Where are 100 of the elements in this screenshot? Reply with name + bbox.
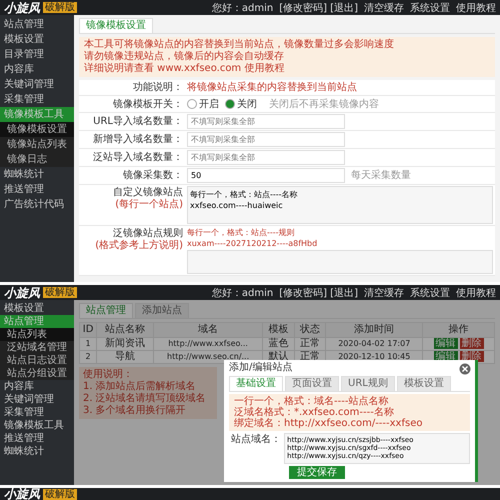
tab[interactable]: 模板设置 <box>396 376 451 391</box>
field-label: 自定义镜像站点 <box>113 186 183 198</box>
tab[interactable]: URL规则 <box>341 376 395 391</box>
sidebar-item[interactable]: 镜像模板工具 <box>0 419 74 432</box>
field-label: URL导入域名数量： <box>93 115 183 128</box>
header-link[interactable]: 使用教程 <box>456 0 496 14</box>
input-field[interactable]: 50 <box>187 168 345 183</box>
version-badge: 破解版 <box>43 287 77 298</box>
field-label: 镜像模板开关： <box>113 98 183 110</box>
header-link[interactable]: [修改密码] [退出] <box>279 0 358 14</box>
radio-option[interactable]: 开启 <box>187 97 219 111</box>
action-button[interactable]: 编辑 <box>434 338 458 349</box>
input-field[interactable]: 不填写则采集全部 <box>187 150 345 165</box>
hint-text: 每行一个，格式：站点----规则 xuxam----2027120212----a8fHbd <box>187 227 318 249</box>
column-header: 状态 <box>294 322 326 338</box>
sidebar-item[interactable]: 蜘蛛统计 <box>0 445 74 458</box>
tab[interactable]: 添加站点 <box>135 303 189 318</box>
sidebar-item[interactable]: 内容库 <box>0 380 74 393</box>
sidebar-item[interactable]: 推送管理 <box>0 432 74 445</box>
sidebar-subitem[interactable]: 镜像模板设置 <box>0 122 74 137</box>
input-field[interactable]: 不填写则采集全部 <box>187 132 345 147</box>
column-header: 站点名称 <box>96 322 154 338</box>
notice-text: 泛域名格式：*.xxfseo.com----名称 <box>234 407 395 418</box>
field-label: 镜像采集数： <box>123 169 183 182</box>
header-link[interactable]: 使用教程 <box>456 286 496 300</box>
notice-text: 本工具可将镜像站点的内容替换到当前站点，镜像数量过多会影响速度 <box>84 39 395 50</box>
header-link[interactable]: 清空缓存 <box>364 286 404 300</box>
textarea-field[interactable] <box>187 250 493 274</box>
table-cell: 蓝色 <box>262 338 294 350</box>
tab[interactable]: 镜像模板设置 <box>79 18 153 33</box>
sidebar-item[interactable]: 采集管理 <box>0 92 74 107</box>
sidebar-item[interactable]: 模板设置 <box>0 32 74 47</box>
notice-text: 2. 泛站域名请填写顶级域名 <box>83 393 207 404</box>
table-cell: 1 <box>80 338 97 350</box>
logo: 小旋风 <box>4 286 40 300</box>
sidebar-subitem[interactable]: 镜像日志 <box>0 152 74 167</box>
field-label: 站点域名： <box>230 433 282 446</box>
tab[interactable]: 站点管理 <box>79 303 133 318</box>
table-cell: 2 <box>80 350 97 364</box>
input-field[interactable]: 不填写则采集全部 <box>187 114 345 129</box>
notice-text: 1. 添加站点后需解析域名 <box>83 381 197 392</box>
table-cell: http://www.xxfseo... <box>153 338 263 350</box>
column-header: 模板 <box>262 322 294 338</box>
tab[interactable]: 页面设置 <box>285 376 339 391</box>
notice-text: 一行一个，格式：域名----站点名称 <box>234 396 390 407</box>
sidebar-subitem[interactable]: 镜像站点列表 <box>0 137 74 152</box>
logo: 小旋风 <box>4 488 40 500</box>
field-label: 泛镜像站点规则 <box>113 227 183 240</box>
sidebar-item[interactable]: 采集管理 <box>0 406 74 419</box>
sidebar-subitem[interactable]: 站点列表 <box>0 328 74 341</box>
field-note: (每行一个站点) <box>115 199 183 211</box>
action-button[interactable]: 删除 <box>460 338 484 349</box>
close-icon[interactable] <box>458 362 472 376</box>
description-text: 将镜像站点采集的内容替换到当前站点 <box>187 81 358 94</box>
sidebar-item[interactable]: 广告统计代码 <box>0 197 74 212</box>
radio-icon[interactable] <box>187 99 197 109</box>
notice-text: 绑定域名：http://xxfseo.com/----xxfseo <box>234 418 424 429</box>
table-cell: 新闻资讯 <box>96 338 154 350</box>
sidebar-item[interactable]: 推送管理 <box>0 182 74 197</box>
sidebar-item[interactable]: 关键词管理 <box>0 77 74 92</box>
sidebar-subitem[interactable]: 站点分组设置 <box>0 367 74 380</box>
column-header: 操作 <box>422 322 494 338</box>
sidebar-item[interactable]: 关键词管理 <box>0 393 74 406</box>
modal-title: 添加/编辑站点 <box>229 362 292 374</box>
radio-option[interactable]: 关闭 <box>225 97 257 111</box>
sidebar-item[interactable]: 模板设置 <box>0 302 74 315</box>
sidebar-item[interactable]: 蜘蛛统计 <box>0 167 74 182</box>
field-label: 泛站导入域名数量： <box>93 151 183 164</box>
textarea-field[interactable]: 每行一个，格式：站点----名称 xxfseo.com----huaiweic <box>187 186 493 224</box>
field-label: 功能说明： <box>133 81 183 94</box>
table-cell: 2020-04-02 17:07 <box>326 338 423 350</box>
hint-text: 关闭后不再采集镜像内容 <box>269 98 379 110</box>
header-link[interactable]: [修改密码] [退出] <box>279 286 358 300</box>
sidebar-item[interactable]: 内容库 <box>0 62 74 77</box>
header-link[interactable]: 清空缓存 <box>364 0 404 14</box>
version-badge: 破解版 <box>43 488 77 500</box>
field-label: 新增导入域名数量： <box>93 133 183 146</box>
logo: 小旋风 <box>4 0 40 14</box>
table-cell: 正常 <box>294 338 326 350</box>
sidebar-subitem[interactable]: 泛站域名管理 <box>0 341 74 354</box>
column-header: ID <box>80 322 97 338</box>
sidebar-item[interactable]: 站点管理 <box>0 17 74 32</box>
sidebar-subitem[interactable]: 站点日志设置 <box>0 354 74 367</box>
notice-text: 使用说明： <box>83 369 134 380</box>
header-link[interactable]: 您好：admin <box>212 0 274 14</box>
column-header: 域名 <box>153 322 263 338</box>
header-link[interactable]: 系统设置 <box>410 286 450 300</box>
submit-button[interactable]: 提交保存 <box>289 466 345 479</box>
header-link[interactable]: 系统设置 <box>410 0 450 14</box>
hint-text: 每天采集数量 <box>351 169 411 182</box>
sidebar-item[interactable]: 目录管理 <box>0 47 74 62</box>
notice-text: 请勿镜像违规站点，镜像后的内容会自动缓存 <box>84 51 285 62</box>
version-badge: 破解版 <box>43 2 77 13</box>
tab[interactable]: 基础设置 <box>229 376 283 391</box>
notice-text: 3. 多个域名用换行隔开 <box>83 405 187 417</box>
column-header: 添加时间 <box>326 322 423 338</box>
table-cell: 导航 <box>96 350 154 364</box>
field-note: (格式参考上方说明) <box>95 240 183 252</box>
radio-icon[interactable] <box>225 99 235 109</box>
header-link[interactable]: 您好：admin <box>212 286 274 300</box>
